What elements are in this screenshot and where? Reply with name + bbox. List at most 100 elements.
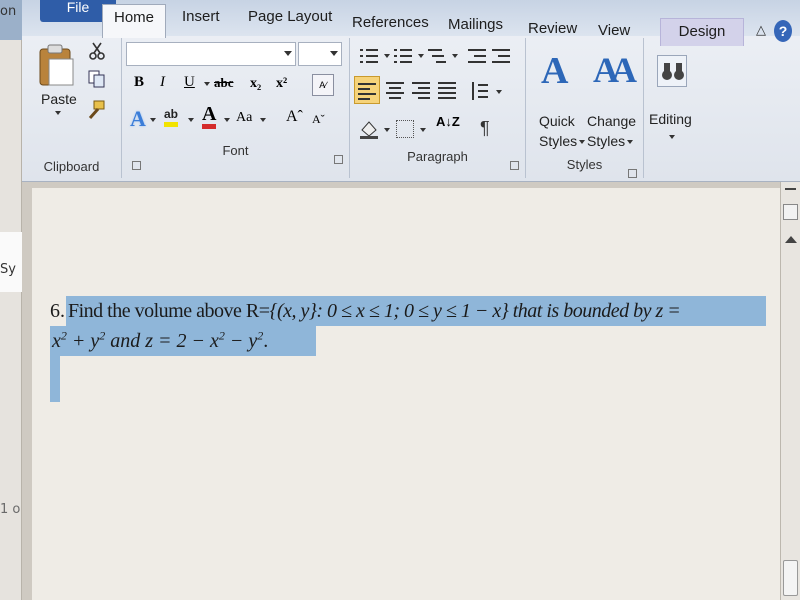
help-icon[interactable]: ? — [774, 20, 792, 42]
align-center-icon[interactable] — [386, 82, 406, 99]
multilevel-list-icon[interactable] — [428, 48, 448, 64]
tab-references[interactable]: References — [352, 10, 429, 38]
tab-insert[interactable]: Insert — [182, 4, 220, 32]
italic-button[interactable]: I — [160, 74, 165, 91]
split-handle-icon[interactable] — [785, 188, 796, 190]
change-case-dropdown-icon[interactable] — [260, 118, 266, 122]
numbering-icon[interactable] — [394, 48, 414, 64]
clipboard-group: Paste Clipboard — [22, 38, 141, 178]
bounded-by-text: that is bounded by z = — [508, 300, 681, 322]
change-case-button[interactable]: Aa — [236, 110, 252, 126]
math-x: x — [52, 330, 61, 352]
background-window-text-bottom: 1 o — [0, 502, 21, 517]
tab-home[interactable]: Home — [102, 4, 166, 38]
change-styles-label-line1: Change — [587, 113, 637, 129]
vertical-scrollbar[interactable] — [780, 182, 800, 600]
paragraph-group: A↓Z ¶ Paragraph — [350, 38, 526, 178]
borders-dropdown-icon[interactable] — [420, 128, 426, 132]
bold-button[interactable]: B — [134, 74, 144, 91]
bullets-dropdown-icon[interactable] — [384, 54, 390, 58]
quick-styles-label-line1: Quick — [539, 113, 575, 129]
font-size-combobox[interactable] — [298, 42, 342, 66]
strikethrough-button[interactable]: abc — [214, 75, 234, 91]
background-window: on Sy 1 o — [0, 0, 22, 600]
ribbon: File Home Insert Page Layout References … — [22, 0, 800, 182]
question-number: 6. — [50, 300, 65, 322]
editing-dropdown-icon — [669, 135, 675, 139]
font-group: B I U abc x₂ x² A∕ A ab A Aa Aˆ Aˇ Font — [122, 38, 350, 178]
font-size-dropdown-icon[interactable] — [330, 51, 338, 56]
math-plus-y: + y — [66, 330, 100, 352]
text-effects-button[interactable]: A — [130, 106, 146, 132]
numbering-dropdown-icon[interactable] — [418, 54, 424, 58]
font-name-combobox[interactable] — [126, 42, 296, 66]
paste-dropdown-icon — [55, 111, 61, 115]
borders-icon[interactable] — [396, 120, 414, 138]
change-styles-button[interactable]: AA Change Styles — [584, 48, 640, 156]
clipboard-paste-icon — [39, 44, 74, 86]
paste-label: Paste — [41, 91, 77, 107]
change-styles-icon: AA — [593, 50, 637, 90]
paragraph-group-label: Paragraph — [407, 149, 468, 164]
document-area: 6. Find the volume above R={(x, y}: 0 ≤ … — [22, 182, 780, 600]
multilevel-dropdown-icon[interactable] — [452, 54, 458, 58]
highlight-dropdown-icon[interactable] — [188, 118, 194, 122]
quick-styles-label-line2: Styles — [539, 133, 586, 149]
subscript-button[interactable]: x₂ — [250, 76, 261, 92]
shading-icon[interactable] — [358, 118, 380, 140]
superscript-button[interactable]: x² — [276, 76, 287, 92]
quick-styles-button[interactable]: A Quick Styles — [532, 48, 586, 156]
quick-styles-icon: A — [541, 50, 569, 92]
binoculars-icon — [657, 55, 687, 87]
font-color-button[interactable]: A — [202, 104, 217, 129]
font-dialog-launcher-icon[interactable] — [334, 155, 343, 164]
tab-page-layout[interactable]: Page Layout — [248, 4, 332, 32]
ribbon-tab-bar: File Home Insert Page Layout References … — [22, 0, 800, 46]
styles-group-label: Styles — [566, 157, 603, 172]
question-text: Find the volume above R= — [68, 300, 270, 322]
grow-font-button[interactable]: Aˆ — [286, 108, 303, 126]
background-window-text-mid: Sy — [0, 262, 16, 277]
tab-mailings[interactable]: Mailings — [448, 12, 503, 40]
align-right-icon[interactable] — [412, 82, 432, 99]
text-highlight-button[interactable]: ab — [164, 106, 179, 127]
align-left-button[interactable] — [354, 76, 380, 104]
font-color-dropdown-icon[interactable] — [224, 118, 230, 122]
background-window-text-top: on — [0, 4, 17, 19]
math-and-z: and z = 2 − x — [105, 330, 219, 352]
shading-dropdown-icon[interactable] — [384, 128, 390, 132]
editing-label: Editing — [649, 111, 692, 127]
minimize-ribbon-icon[interactable]: △ — [756, 22, 766, 38]
scrollbar-thumb[interactable] — [783, 560, 798, 596]
cut-icon[interactable] — [88, 42, 106, 60]
styles-dialog-launcher-icon[interactable] — [628, 169, 637, 178]
period: . — [263, 330, 269, 352]
editing-button[interactable]: Editing — [648, 54, 694, 154]
sort-button[interactable]: A↓Z — [436, 115, 460, 128]
scroll-up-arrow-icon[interactable] — [785, 236, 797, 243]
paste-button[interactable]: Paste — [28, 38, 82, 120]
show-formatting-marks-button[interactable]: ¶ — [480, 118, 490, 139]
math-minus-y: − y — [224, 330, 258, 352]
line-spacing-icon[interactable] — [470, 82, 490, 100]
question-line-1: Find the volume above R={(x, y}: 0 ≤ x ≤… — [66, 296, 766, 326]
underline-dropdown-icon[interactable] — [204, 82, 210, 86]
copy-icon[interactable] — [88, 70, 106, 88]
question-line-2: x2 + y2 and z = 2 − x2 − y2. — [50, 326, 316, 356]
decrease-indent-icon[interactable] — [468, 48, 488, 64]
format-painter-icon[interactable] — [86, 100, 106, 120]
line-spacing-dropdown-icon[interactable] — [496, 90, 502, 94]
increase-indent-icon[interactable] — [492, 48, 512, 64]
justify-icon[interactable] — [438, 82, 458, 99]
document-page[interactable]: 6. Find the volume above R={(x, y}: 0 ≤ … — [32, 188, 780, 600]
shrink-font-button[interactable]: Aˇ — [312, 112, 325, 127]
bullets-icon[interactable] — [360, 48, 380, 64]
font-name-dropdown-icon[interactable] — [284, 51, 292, 56]
paragraph-dialog-launcher-icon[interactable] — [510, 161, 519, 170]
region-definition: {(x, y}: 0 ≤ x ≤ 1; 0 ≤ y ≤ 1 − x} — [269, 300, 509, 322]
selection-highlight-empty-line — [50, 356, 60, 402]
clear-formatting-icon[interactable]: A∕ — [312, 74, 334, 96]
underline-button[interactable]: U — [184, 74, 195, 91]
view-ruler-icon[interactable] — [783, 204, 798, 220]
text-effects-dropdown-icon[interactable] — [150, 118, 156, 122]
